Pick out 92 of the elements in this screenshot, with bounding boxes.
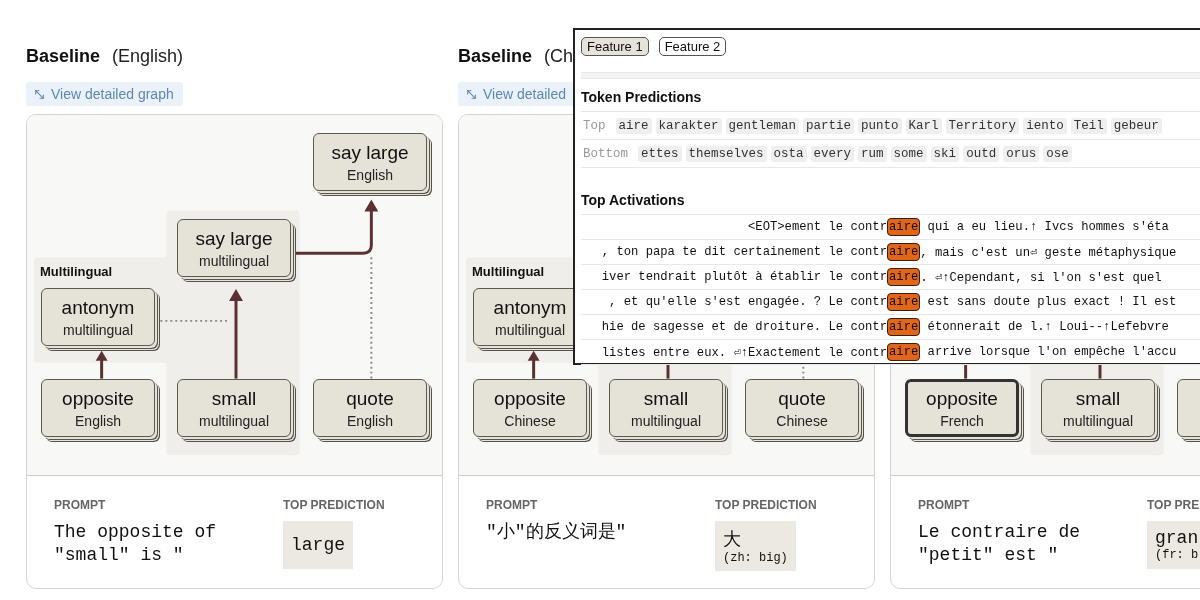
context-text: , mais c'est un⏎ geste métaphysique (920, 244, 1177, 260)
node-subtitle: Chinese (504, 412, 556, 429)
token-chip: ose (1043, 145, 1072, 162)
context-text: étonnerait de l.↑ Loui--↑Lefebvre (926, 320, 1169, 334)
node-title: small (211, 387, 257, 410)
activated-token: aire (887, 318, 921, 336)
token-chip: gebeur (1110, 117, 1162, 134)
prompt-label: PROMPT (486, 498, 538, 512)
node-title: antonym (493, 296, 567, 319)
expand-icon (33, 87, 46, 101)
token-chip: every (810, 145, 855, 162)
token-chip: aire (615, 117, 652, 134)
node-subtitle: multilingual (1062, 412, 1133, 429)
panel-title: Baseline (26, 46, 101, 67)
feature-tab[interactable]: Feature 1 (581, 37, 649, 56)
context-text: iver tendrait plutôt à établir le contr (600, 270, 887, 284)
node-subtitle: English (347, 412, 393, 429)
prediction-label: TOP PREDICTION (283, 498, 385, 512)
section-heading: Top Activations (581, 182, 1200, 215)
prediction-text: large (291, 535, 345, 555)
prediction-label: TOP PRE (1147, 498, 1200, 512)
feature-tab[interactable]: Feature 2 (658, 37, 727, 56)
group-label: Multilingual (40, 264, 113, 279)
token-chip: punto (858, 117, 902, 134)
token-chip: gentleman (725, 117, 800, 134)
node-subtitle: Chinese (776, 412, 828, 429)
token-chip: rum (858, 145, 887, 162)
token-chip: osta (770, 145, 807, 162)
activated-token: aire (887, 268, 921, 286)
node-subtitle: multilingual (62, 321, 133, 338)
activated-token: aire (887, 293, 921, 311)
context-text: arrive lorsque l'on empêche l'accu (926, 345, 1177, 359)
token-chip: Karl (905, 117, 942, 134)
token-chip: ski (930, 145, 960, 162)
context-text: , et qu'elle s'est engagée. ? Le contr (608, 295, 887, 309)
context-text: est sans doute plus exact ! Il est (926, 295, 1177, 309)
node-subtitle: multilingual (630, 412, 701, 429)
node-title: quote (346, 387, 394, 410)
token-chip: outd (963, 145, 1000, 162)
prediction-text: 大 (723, 529, 742, 551)
prediction-gloss: (fr: b (1155, 548, 1199, 562)
row-label: Top (582, 118, 606, 133)
node-subtitle: multilingual (198, 412, 269, 429)
node-title: opposite (926, 387, 998, 410)
node-subtitle: English (347, 166, 393, 183)
activated-token: aire (887, 343, 921, 361)
section-heading: Token Predictions (581, 79, 1200, 112)
node-title: opposite (62, 387, 134, 410)
activated-token: aire (887, 218, 921, 236)
prediction-label: TOP PREDICTION (715, 498, 817, 512)
panel-subtitle: (English) (112, 46, 184, 67)
panel-subtitle: (Ch (544, 46, 574, 67)
node-title: antonym (61, 296, 135, 319)
node-title: opposite (494, 387, 566, 410)
context-text: , ton papa te dit certainement le contr (600, 245, 887, 259)
token-chip: some (890, 145, 927, 162)
prompt-text: The opposite of "small" is " (54, 521, 218, 567)
token-chip: themselves (685, 145, 767, 162)
token-chip: iento (1023, 117, 1067, 134)
token-chip: partie (803, 117, 855, 134)
context-text: hie de sagesse et de droiture. Le contr (600, 320, 887, 334)
context-text: <EOT>ement le contr (747, 220, 887, 234)
context-text: listes entre eux. ⏎↑Exactement le contr (600, 344, 887, 360)
node-title: say large (195, 227, 273, 250)
token-chip: ettes (638, 145, 682, 162)
arrow (95, 350, 108, 379)
expand-icon (465, 87, 478, 101)
prediction-gloss: (zh: big) (723, 551, 788, 565)
prediction-text: gran (1155, 528, 1199, 548)
prompt-text: "小"的反义词是" (486, 521, 628, 544)
node-title: quote (778, 387, 826, 410)
node-title: small (643, 387, 689, 410)
activated-token: aire (887, 243, 921, 261)
node-subtitle: multilingual (494, 321, 565, 338)
token-chip: orus (1003, 145, 1040, 162)
token-chip: Teil (1070, 117, 1107, 134)
node-subtitle: English (75, 412, 121, 429)
token-chip: Territory (945, 117, 1020, 134)
node-title: small (1075, 387, 1121, 410)
context-text: qui a eu lieu.↑ Ivcs hommes s'éta (926, 220, 1169, 234)
node-subtitle: multilingual (198, 252, 269, 269)
group-label: Multilingual (472, 264, 545, 279)
node-subtitle: French (940, 412, 984, 429)
arrow (527, 350, 540, 379)
prompt-label: PROMPT (54, 498, 106, 512)
token-chip: karakter (655, 117, 722, 134)
row-label: Bottom (582, 146, 628, 161)
prompt-label: PROMPT (918, 498, 970, 512)
context-text: . ⏎↑Cependant, si l'on s'est quel (920, 269, 1162, 285)
prompt-text: Le contraire de "petit" est " (918, 521, 1082, 567)
panel-title: Baseline (458, 46, 533, 67)
node-title: say large (331, 141, 409, 164)
